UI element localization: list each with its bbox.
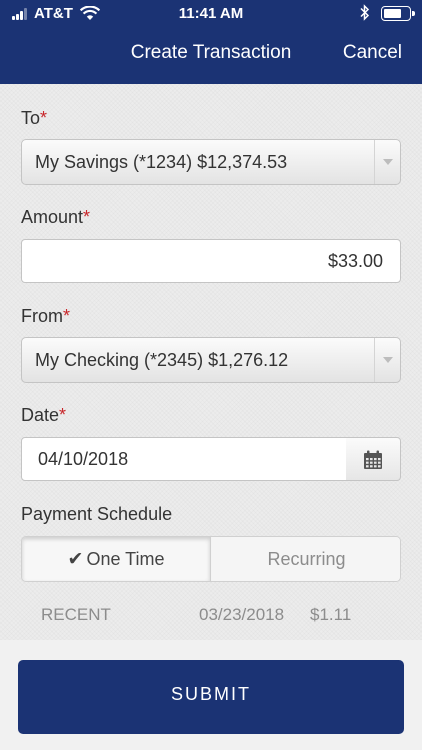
recent-date: 03/23/2018 xyxy=(199,605,285,624)
recurring-label: Recurring xyxy=(267,549,346,569)
status-bar: AT&T 11:41 AM xyxy=(0,0,422,28)
cancel-button[interactable]: Cancel xyxy=(343,42,402,64)
payment-schedule-label: Payment Schedule xyxy=(21,504,173,524)
to-account-select[interactable]: My Savings (*1234) $12,374.53 xyxy=(21,139,401,185)
one-time-label: One Time xyxy=(86,549,165,569)
bluetooth-icon xyxy=(360,4,370,25)
calendar-icon xyxy=(364,450,382,469)
chevron-down-icon xyxy=(374,140,400,184)
submit-button[interactable]: SUBMIT xyxy=(18,660,404,734)
calendar-button[interactable] xyxy=(346,437,401,481)
to-account-value: My Savings (*1234) $12,374.53 xyxy=(35,152,288,172)
checkmark-icon: ✔ xyxy=(67,549,84,570)
chevron-down-icon xyxy=(374,338,400,382)
status-time: 11:41 AM xyxy=(178,5,244,22)
battery-icon xyxy=(381,6,415,21)
from-label: From* xyxy=(21,306,71,326)
date-value: 04/10/2018 xyxy=(38,449,129,469)
one-time-option[interactable]: ✔ One Time xyxy=(22,537,211,581)
recurring-option[interactable]: Recurring xyxy=(212,537,400,581)
recent-label: RECENT xyxy=(41,605,111,624)
date-input[interactable]: 04/10/2018 xyxy=(21,437,347,481)
from-account-value: My Checking (*2345) $1,276.12 xyxy=(35,350,289,370)
amount-value: $33.00 xyxy=(327,251,383,271)
recent-amount: $1.11 xyxy=(310,605,352,624)
payment-schedule-toggle: ✔ One Time Recurring xyxy=(21,536,401,582)
to-label: To* xyxy=(21,108,48,128)
date-label: Date* xyxy=(21,405,67,425)
amount-label: Amount* xyxy=(21,207,91,227)
from-account-select[interactable]: My Checking (*2345) $1,276.12 xyxy=(21,337,401,383)
app-header: AT&T 11:41 AM Create Transaction Cancel xyxy=(0,0,422,84)
amount-input[interactable]: $33.00 xyxy=(21,239,401,283)
